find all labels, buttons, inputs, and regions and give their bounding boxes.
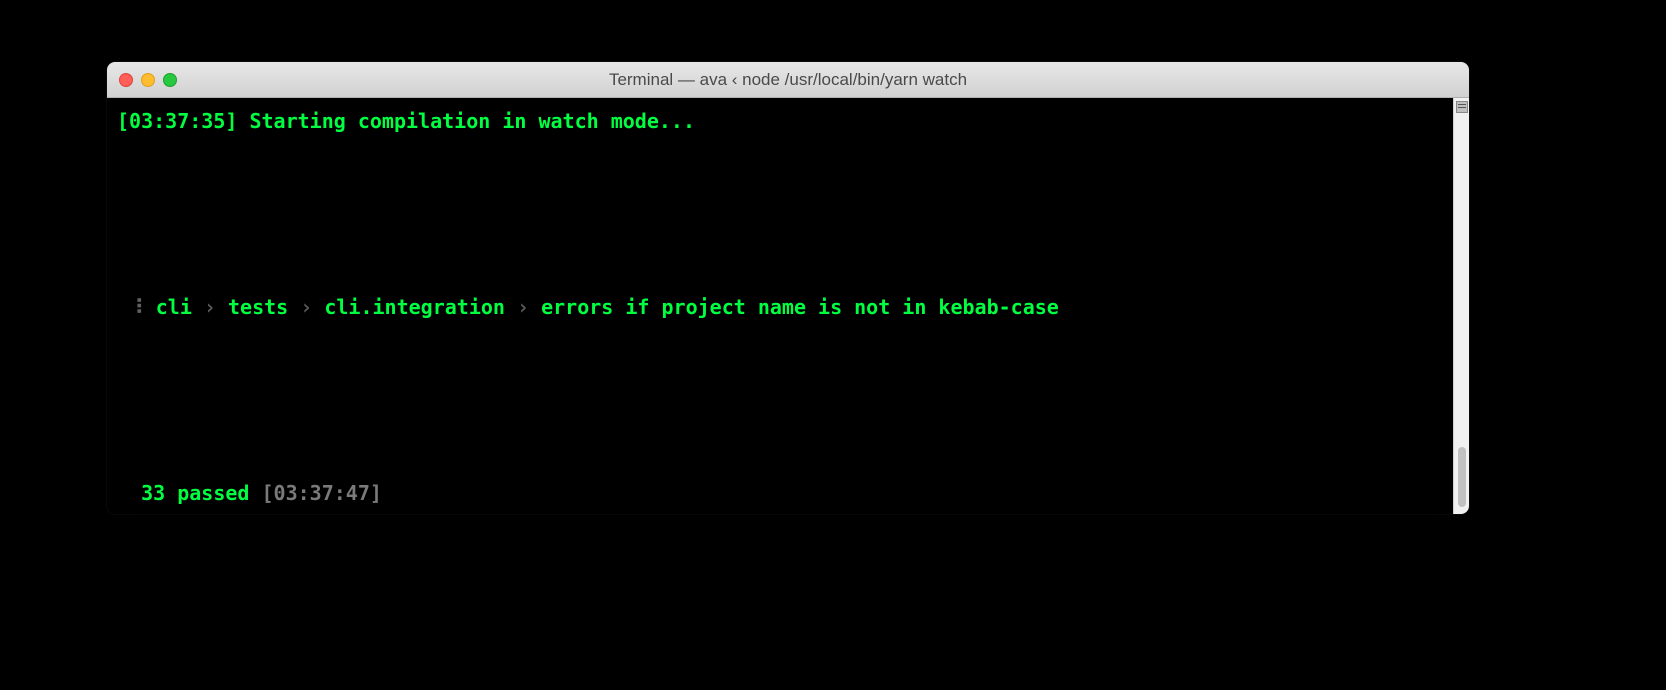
timestamp-start: 03:37:35 xyxy=(129,109,225,133)
chevron-right-icon: › xyxy=(505,295,541,319)
timestamp-bracket-close: ] xyxy=(225,109,237,133)
breadcrumb-seg-cli: cli xyxy=(156,295,192,319)
breadcrumb-seg-integration: cli.integration xyxy=(324,295,505,319)
output-line-compilation: [03:37:35] Starting compilation in watch… xyxy=(117,106,1443,137)
minimize-icon[interactable] xyxy=(141,73,155,87)
scroll-top-icon[interactable] xyxy=(1456,101,1468,113)
terminal-content[interactable]: [03:37:35] Starting compilation in watch… xyxy=(107,98,1453,514)
compilation-message: Starting compilation in watch mode... xyxy=(237,109,695,133)
test-name-text: errors if project name is not in kebab-c… xyxy=(541,295,1059,319)
chevron-right-icon: › xyxy=(192,295,228,319)
blank-line xyxy=(117,168,1443,199)
window-title: Terminal — ava ‹ node /usr/local/bin/yar… xyxy=(107,70,1469,90)
timestamp-bracket-open: [ xyxy=(117,109,129,133)
output-line-test: ⠸ cli › tests › cli.integration › errors… xyxy=(117,292,1443,323)
titlebar[interactable]: Terminal — ava ‹ node /usr/local/bin/yar… xyxy=(107,62,1469,98)
maximize-icon[interactable] xyxy=(163,73,177,87)
passed-count: 33 passed xyxy=(141,481,261,505)
output-line-passed: 33 passed [03:37:47] xyxy=(117,478,1443,509)
close-icon[interactable] xyxy=(119,73,133,87)
terminal-window: Terminal — ava ‹ node /usr/local/bin/yar… xyxy=(107,62,1469,514)
blank-line xyxy=(117,416,1443,447)
traffic-lights xyxy=(119,73,177,87)
blank-line xyxy=(117,230,1443,261)
terminal-body: [03:37:35] Starting compilation in watch… xyxy=(107,98,1469,514)
blank-line xyxy=(117,354,1443,385)
breadcrumb-seg-tests: tests xyxy=(228,295,288,319)
pad xyxy=(117,481,141,505)
timestamp-end: [03:37:47] xyxy=(262,481,382,505)
chevron-right-icon: › xyxy=(288,295,324,319)
spinner-icon: ⠸ xyxy=(117,295,156,319)
scrollbar[interactable] xyxy=(1453,98,1469,514)
scroll-thumb[interactable] xyxy=(1458,447,1466,507)
